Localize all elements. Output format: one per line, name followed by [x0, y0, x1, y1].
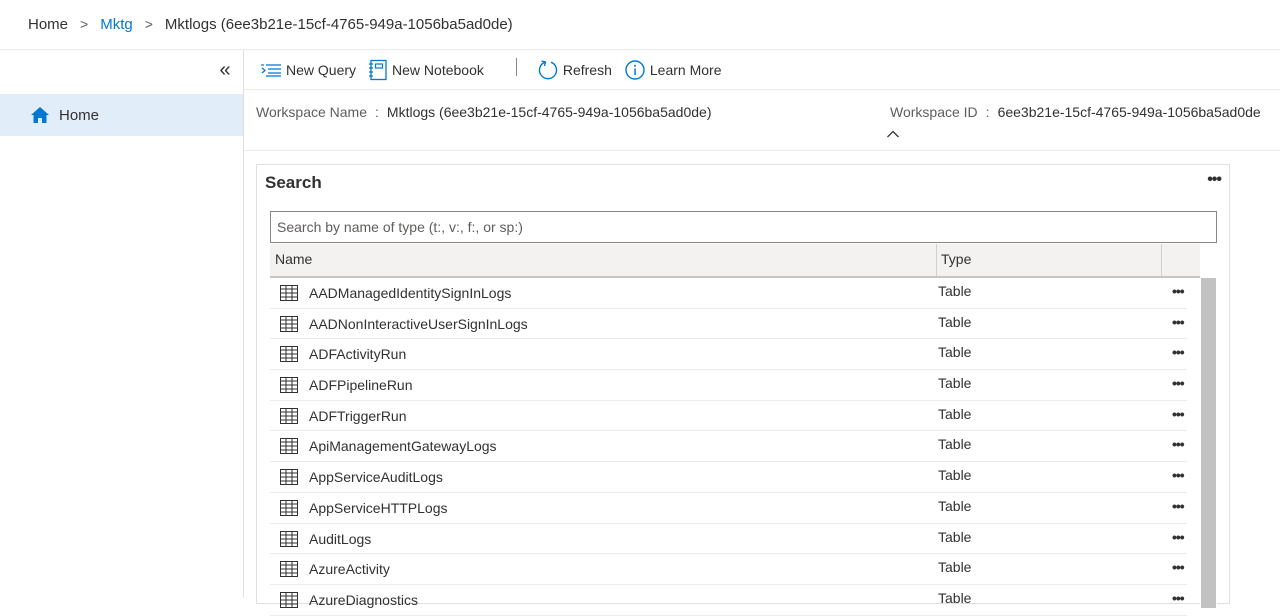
- table-row[interactable]: ApiManagementGatewayLogs Table •••: [270, 431, 1187, 463]
- row-type: Table: [938, 497, 972, 514]
- toolbar-divider: [515, 57, 517, 76]
- row-type: Table: [938, 405, 972, 422]
- row-name: ADFPipelineRun: [309, 377, 413, 394]
- search-input[interactable]: [270, 211, 1217, 243]
- learn-more-label: Learn More: [649, 61, 722, 78]
- row-name: AppServiceAuditLogs: [309, 469, 443, 486]
- row-more-button[interactable]: •••: [1172, 406, 1185, 422]
- row-type: Table: [938, 344, 972, 361]
- workspace-name-label: Workspace Name: [256, 104, 368, 120]
- sidebar-item-home[interactable]: Home: [0, 94, 243, 136]
- row-more-button[interactable]: •••: [1172, 467, 1185, 483]
- refresh-button[interactable]: Refresh: [537, 59, 612, 81]
- row-type: Table: [938, 528, 972, 545]
- table-icon: [280, 499, 298, 516]
- row-more-button[interactable]: •••: [1172, 559, 1185, 575]
- table-icon: [280, 315, 298, 332]
- column-header-name[interactable]: Name: [275, 251, 312, 267]
- workspace-id-label: Workspace ID: [890, 104, 978, 120]
- table-row[interactable]: AzureActivity Table •••: [270, 554, 1187, 585]
- row-name: AzureDiagnostics: [309, 591, 418, 608]
- row-name: ADFActivityRun: [309, 346, 407, 363]
- table-icon: [280, 561, 298, 578]
- new-query-label: New Query: [286, 61, 357, 78]
- table-header: Name Type: [270, 244, 1200, 278]
- column-header-type[interactable]: Type: [941, 251, 971, 267]
- row-more-button[interactable]: •••: [1172, 314, 1185, 330]
- row-type: Table: [938, 436, 972, 453]
- table-row[interactable]: AADManagedIdentitySignInLogs Table •••: [270, 278, 1187, 309]
- breadcrumb: Home > Mktg > Mktlogs (6ee3b21e-15cf-476…: [0, 0, 1280, 48]
- new-query-button[interactable]: New Query: [260, 62, 356, 78]
- row-name: ApiManagementGatewayLogs: [309, 438, 497, 455]
- breadcrumb-home[interactable]: Home: [28, 16, 68, 33]
- breadcrumb-separator: >: [80, 16, 89, 32]
- collapse-sidebar-button[interactable]: «: [215, 60, 235, 80]
- colon: :: [375, 104, 379, 120]
- workspace-name-value: Mktlogs (6ee3b21e-15cf-4765-949a-1056ba5…: [386, 104, 712, 120]
- column-divider[interactable]: [936, 244, 937, 276]
- table-row[interactable]: AADNonInteractiveUserSignInLogs Table ••…: [270, 309, 1187, 340]
- new-notebook-button[interactable]: New Notebook: [368, 59, 484, 81]
- new-query-icon: [261, 63, 281, 77]
- row-more-button[interactable]: •••: [1172, 436, 1185, 452]
- table-icon: [280, 591, 298, 608]
- workspace-name: Workspace Name: Mktlogs (6ee3b21e-15cf-47…: [256, 104, 711, 120]
- row-more-button[interactable]: •••: [1172, 344, 1185, 360]
- table-row[interactable]: ADFPipelineRun Table •••: [270, 370, 1187, 401]
- table-icon: [280, 438, 298, 455]
- table-icon: [280, 285, 298, 301]
- home-icon: [31, 107, 49, 123]
- refresh-icon: [538, 59, 558, 79]
- table-icon: [280, 377, 298, 394]
- toolbar: New Query New Notebook Refresh Learn Mor…: [244, 50, 1280, 90]
- scrollbar-thumb[interactable]: [1201, 278, 1216, 608]
- row-more-button[interactable]: •••: [1172, 529, 1185, 545]
- row-name: AuditLogs: [309, 530, 372, 547]
- row-type: Table: [938, 559, 972, 576]
- colon: :: [985, 104, 990, 120]
- search-panel: Search ••• Name Type AADManagedIdentityS…: [256, 164, 1230, 616]
- chevron-up-icon[interactable]: [886, 127, 900, 141]
- table-row[interactable]: ADFTriggerRun Table •••: [270, 401, 1187, 432]
- sidebar: « Home: [0, 50, 244, 598]
- workspace-id: Workspace ID:6ee3b21e-15cf-4765-949a-105…: [890, 104, 1261, 120]
- table-icon: [280, 469, 298, 486]
- column-divider[interactable]: [1161, 244, 1162, 276]
- table-row[interactable]: AppServiceHTTPLogs Table •••: [270, 493, 1187, 524]
- table-icon: [280, 346, 298, 363]
- sidebar-item-label: Home: [59, 106, 100, 124]
- table-row[interactable]: ADFActivityRun Table •••: [270, 339, 1187, 371]
- row-more-button[interactable]: •••: [1172, 498, 1185, 514]
- new-notebook-label: New Notebook: [392, 61, 484, 78]
- refresh-label: Refresh: [562, 61, 612, 78]
- breadcrumb-separator: >: [144, 16, 153, 32]
- row-type: Table: [938, 313, 972, 330]
- row-name: AzureActivity: [309, 561, 390, 578]
- workspace-id-value: 6ee3b21e-15cf-4765-949a-1056ba5ad0de: [997, 104, 1261, 120]
- table-row[interactable]: AuditLogs Table •••: [270, 524, 1187, 555]
- breadcrumb-mktg[interactable]: Mktg: [100, 16, 133, 33]
- learn-more-button[interactable]: Learn More: [624, 59, 722, 81]
- row-more-button[interactable]: •••: [1172, 283, 1185, 299]
- row-name: ADFTriggerRun: [309, 407, 407, 424]
- notebook-icon: [369, 59, 387, 80]
- row-name: AppServiceHTTPLogs: [309, 499, 448, 516]
- more-options-button[interactable]: •••: [1207, 171, 1222, 189]
- table-icon: [280, 407, 298, 424]
- table-body: AADManagedIdentitySignInLogs Table ••• A…: [270, 278, 1187, 616]
- row-type: Table: [938, 375, 972, 392]
- table-icon: [280, 530, 298, 547]
- table-row[interactable]: AzureDiagnostics Table •••: [270, 585, 1187, 616]
- row-name: AADNonInteractiveUserSignInLogs: [309, 315, 528, 332]
- info-icon: [625, 59, 645, 80]
- row-name: AADManagedIdentitySignInLogs: [309, 285, 512, 301]
- row-more-button[interactable]: •••: [1172, 375, 1185, 391]
- row-type: Table: [938, 467, 972, 484]
- table-row[interactable]: AppServiceAuditLogs Table •••: [270, 462, 1187, 493]
- search-panel-title: Search: [265, 173, 322, 192]
- breadcrumb-current: Mktlogs (6ee3b21e-15cf-4765-949a-1056ba5…: [164, 15, 513, 33]
- row-type: Table: [938, 283, 972, 299]
- workspace-info: Workspace Name: Mktlogs (6ee3b21e-15cf-47…: [244, 91, 1280, 151]
